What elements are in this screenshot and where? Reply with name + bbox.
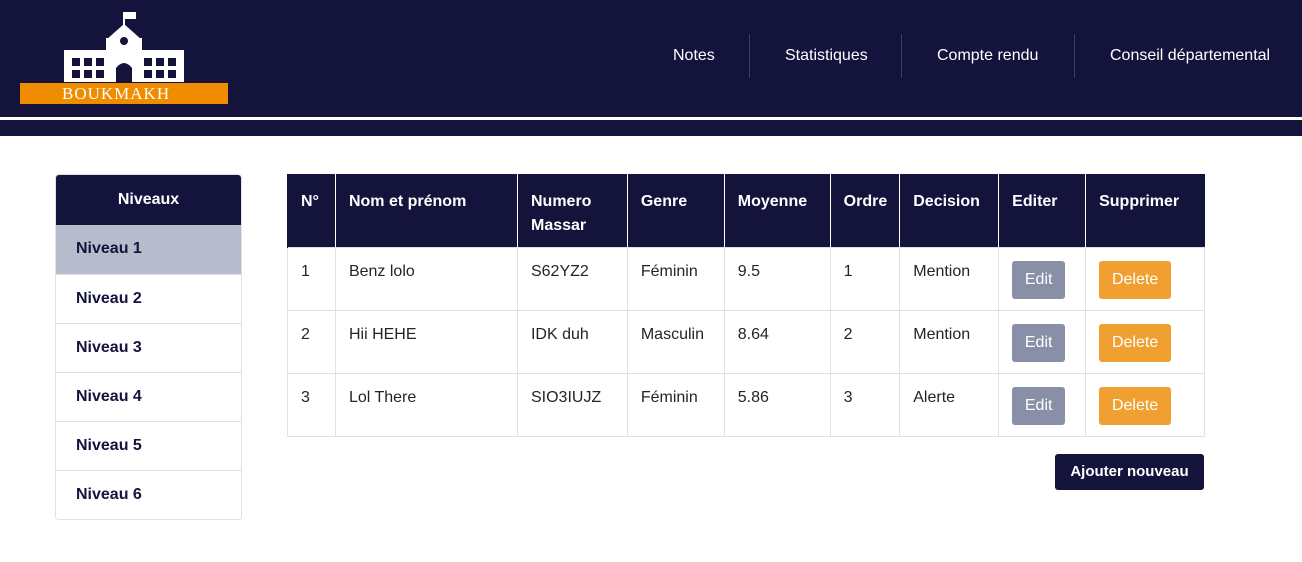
nav-notes-label[interactable]: Notes bbox=[673, 47, 715, 65]
cell-moyenne: 5.86 bbox=[723, 372, 831, 437]
col-header-genre: Genre bbox=[626, 174, 725, 247]
cell-moyenne: 8.64 bbox=[723, 309, 831, 374]
delete-button[interactable]: Delete bbox=[1099, 323, 1172, 362]
cell-ordre: 3 bbox=[829, 372, 901, 437]
cell-moyenne: 9.5 bbox=[723, 246, 831, 311]
col-header-decision: Decision bbox=[899, 174, 999, 247]
cell-massar: SIO3IUJZ bbox=[516, 372, 628, 437]
delete-button[interactable]: Delete bbox=[1099, 386, 1172, 425]
col-header-moyenne: Moyenne bbox=[723, 174, 831, 247]
nav-divider bbox=[1074, 34, 1075, 78]
table-row: 2 Hii HEHE IDK duh Masculin 8.64 2 Menti… bbox=[287, 309, 1205, 374]
sidebar-item-niveau-5[interactable]: Niveau 5 bbox=[56, 421, 241, 470]
cell-edit: Edit bbox=[998, 246, 1087, 311]
school-logo[interactable]: BOUKMAKH bbox=[20, 10, 230, 105]
cell-edit: Edit bbox=[998, 372, 1087, 437]
sidebar-item-niveau-3[interactable]: Niveau 3 bbox=[56, 323, 241, 372]
cell-genre: Féminin bbox=[626, 372, 725, 437]
delete-button[interactable]: Delete bbox=[1099, 260, 1172, 299]
nav-compte-rendu-label[interactable]: Compte rendu bbox=[937, 47, 1038, 65]
header-divider bbox=[0, 117, 1302, 120]
cell-decision: Mention bbox=[899, 309, 1000, 374]
students-table: N° Nom et prénom Numero Massar Genre Moy… bbox=[287, 174, 1205, 437]
cell-num: 2 bbox=[287, 309, 336, 374]
cell-genre: Masculin bbox=[626, 309, 725, 374]
nav-statistiques[interactable]: Statistiques bbox=[785, 34, 868, 78]
col-header-massar: Numero Massar bbox=[516, 174, 628, 247]
cell-edit: Edit bbox=[998, 309, 1087, 374]
col-header-num: N° bbox=[287, 174, 336, 247]
cell-name: Hii HEHE bbox=[334, 309, 518, 374]
school-building-icon bbox=[64, 12, 184, 82]
col-header-supprimer: Supprimer bbox=[1085, 174, 1205, 247]
top-header: BOUKMAKH Notes Statistiques Compte rendu… bbox=[0, 0, 1302, 136]
table-row: 1 Benz lolo S62YZ2 Féminin 9.5 1 Mention… bbox=[287, 246, 1205, 311]
sidebar-title: Niveaux bbox=[56, 175, 241, 225]
nav-compte-rendu[interactable]: Compte rendu bbox=[937, 34, 1038, 78]
nav-divider bbox=[901, 34, 902, 78]
cell-name: Lol There bbox=[334, 372, 518, 437]
nav-conseil-departemental[interactable]: Conseil départemental bbox=[1110, 34, 1270, 78]
cell-num: 3 bbox=[287, 372, 336, 437]
nav-divider bbox=[749, 34, 750, 78]
col-header-ordre: Ordre bbox=[829, 174, 900, 247]
add-new-button[interactable]: Ajouter nouveau bbox=[1055, 454, 1204, 490]
cell-genre: Féminin bbox=[626, 246, 725, 311]
brand-name: BOUKMAKH bbox=[20, 83, 228, 104]
edit-button[interactable]: Edit bbox=[1012, 323, 1066, 362]
sidebar-item-niveau-2[interactable]: Niveau 2 bbox=[56, 274, 241, 323]
cell-delete: Delete bbox=[1085, 246, 1205, 311]
table-header-row: N° Nom et prénom Numero Massar Genre Moy… bbox=[287, 174, 1205, 247]
cell-decision: Mention bbox=[899, 246, 1000, 311]
nav-conseil-label[interactable]: Conseil départemental bbox=[1110, 47, 1270, 65]
cell-delete: Delete bbox=[1085, 309, 1205, 374]
edit-button[interactable]: Edit bbox=[1012, 260, 1066, 299]
cell-num: 1 bbox=[287, 246, 336, 311]
cell-massar: S62YZ2 bbox=[516, 246, 628, 311]
cell-name: Benz lolo bbox=[334, 246, 518, 311]
cell-decision: Alerte bbox=[899, 372, 1000, 437]
cell-ordre: 1 bbox=[829, 246, 901, 311]
sidebar-item-niveau-6[interactable]: Niveau 6 bbox=[56, 470, 241, 519]
nav-statistiques-label[interactable]: Statistiques bbox=[785, 47, 868, 65]
sidebar-item-niveau-4[interactable]: Niveau 4 bbox=[56, 372, 241, 421]
sidebar-item-niveau-1[interactable]: Niveau 1 bbox=[56, 225, 241, 274]
cell-ordre: 2 bbox=[829, 309, 901, 374]
table-row: 3 Lol There SIO3IUJZ Féminin 5.86 3 Aler… bbox=[287, 372, 1205, 437]
cell-massar: IDK duh bbox=[516, 309, 628, 374]
col-header-name: Nom et prénom bbox=[334, 174, 518, 247]
col-header-editer: Editer bbox=[998, 174, 1086, 247]
cell-delete: Delete bbox=[1085, 372, 1205, 437]
levels-sidebar: Niveaux Niveau 1 Niveau 2 Niveau 3 Nivea… bbox=[55, 174, 242, 520]
nav-notes[interactable]: Notes bbox=[673, 34, 715, 78]
edit-button[interactable]: Edit bbox=[1012, 386, 1066, 425]
